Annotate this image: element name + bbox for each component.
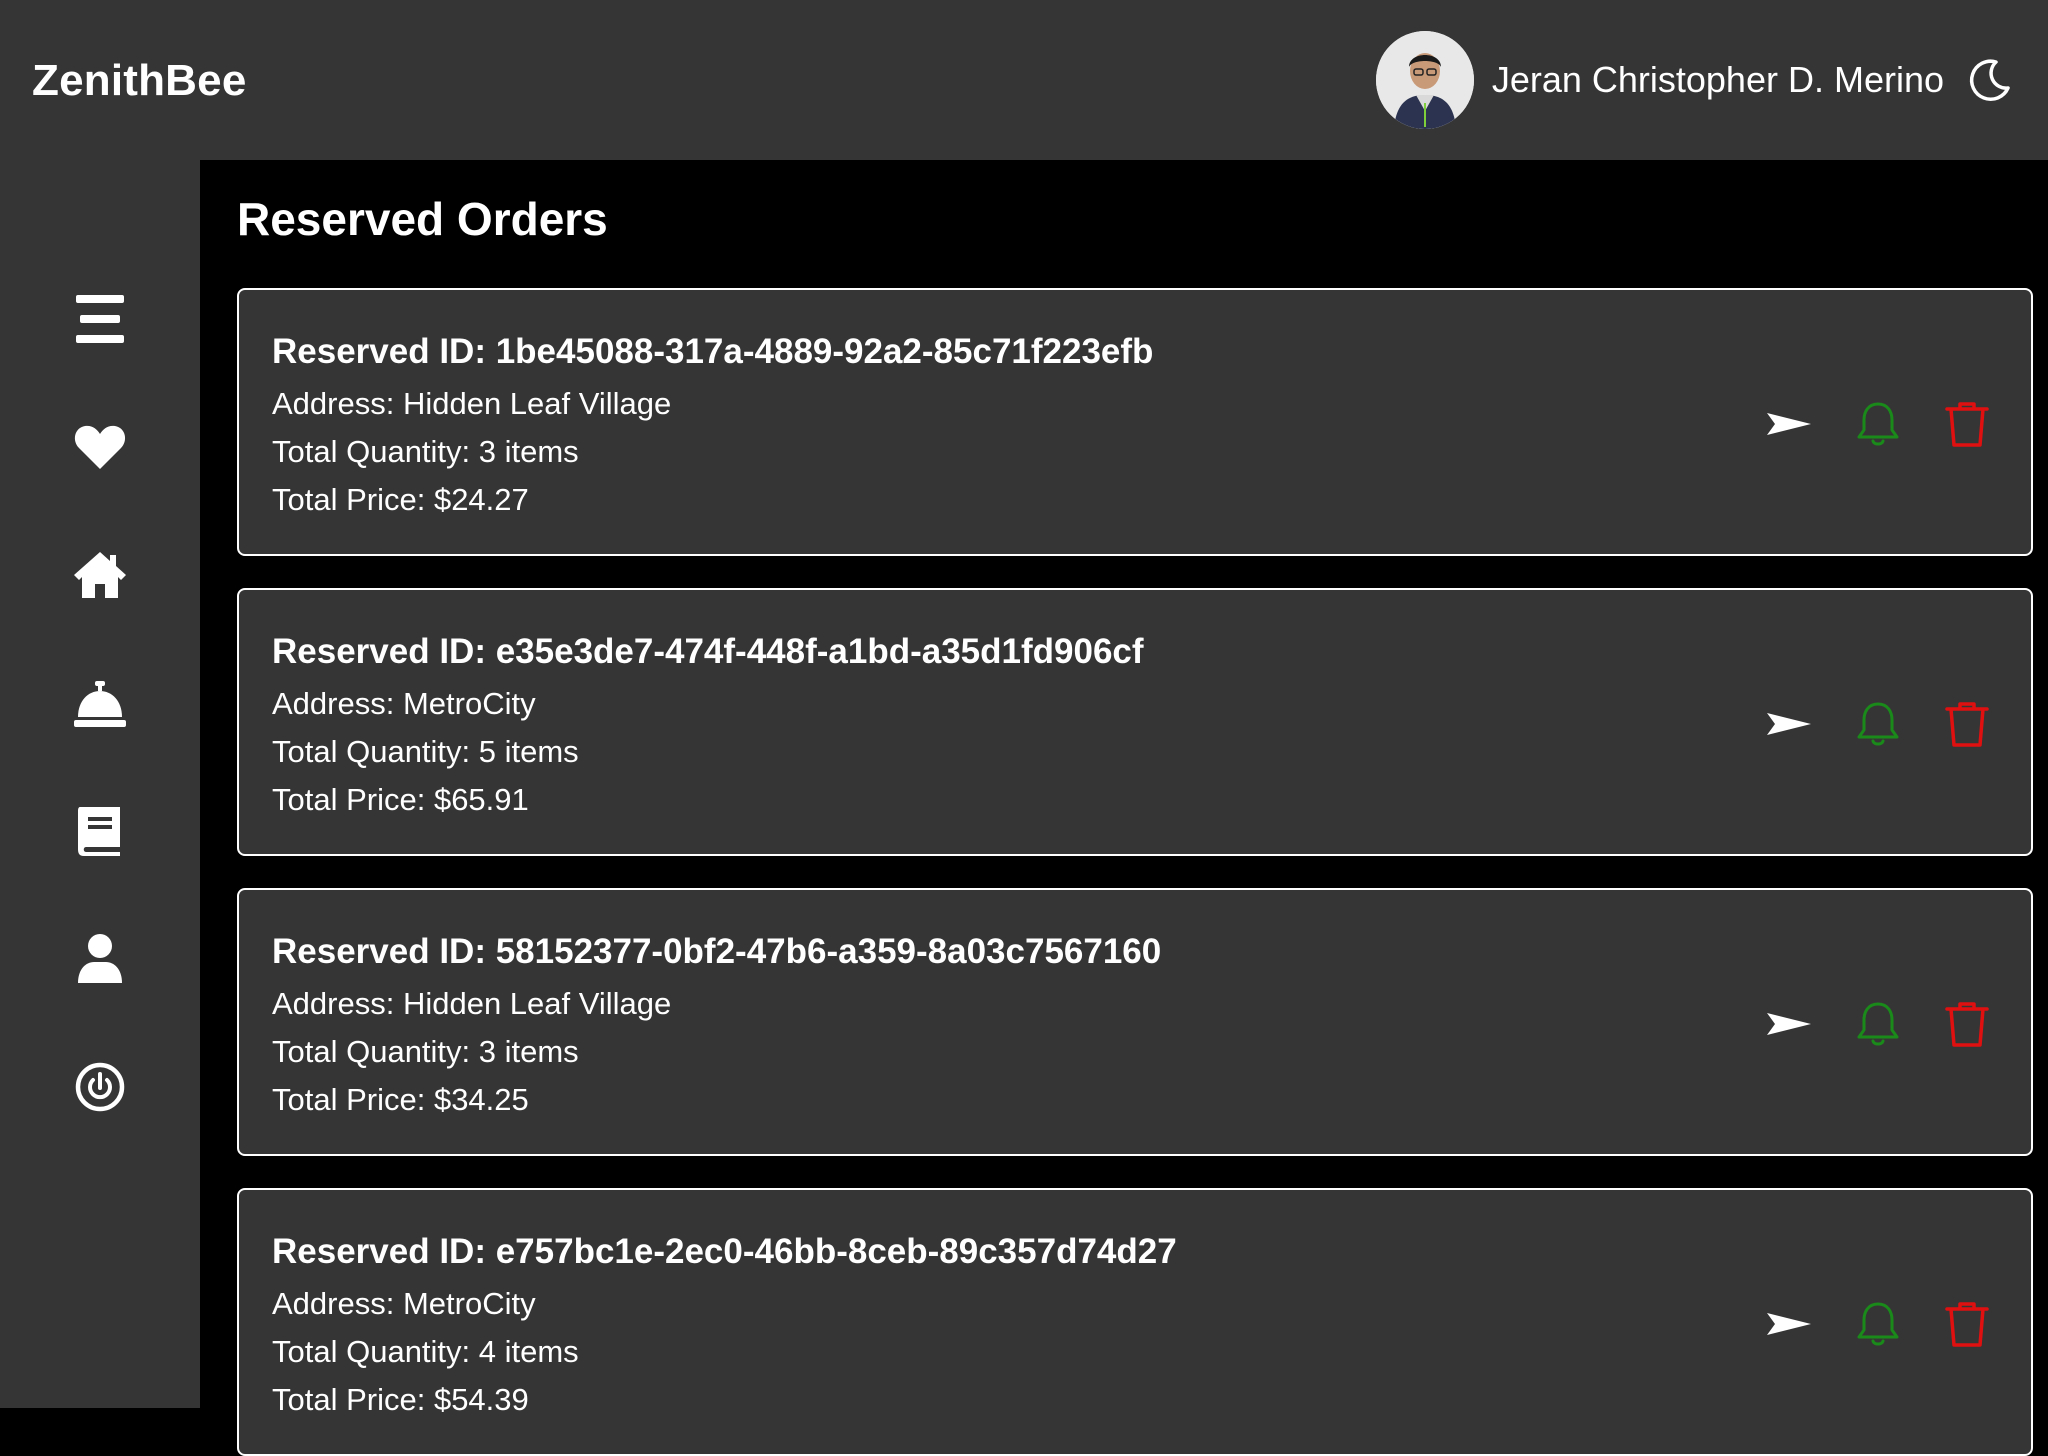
reserved-id: Reserved ID: 1be45088-317a-4889-92a2-85c…	[272, 332, 1154, 371]
order-actions	[1728, 1296, 1995, 1352]
order-card: Reserved ID: e757bc1e-2ec0-46bb-8ceb-89c…	[237, 1188, 2033, 1456]
order-quantity: Total Quantity: 3 items	[272, 1034, 579, 1069]
order-details: Reserved ID: 1be45088-317a-4889-92a2-85c…	[272, 330, 1153, 524]
book-icon	[78, 807, 120, 856]
order-price: Total Price: $24.27	[272, 482, 529, 517]
menu-icon	[76, 295, 124, 343]
power-icon	[75, 1062, 125, 1112]
reserved-id: Reserved ID: 58152377-0bf2-47b6-a359-8a0…	[272, 932, 1162, 971]
delete-button[interactable]	[1939, 996, 1995, 1052]
send-button[interactable]	[1761, 1296, 1817, 1352]
sidebar-item-logout[interactable]	[70, 1057, 130, 1117]
bell-icon	[1857, 402, 1899, 446]
main-content: Reserved Orders Reserved ID: 1be45088-31…	[200, 160, 2048, 1456]
sidebar-item-home[interactable]	[70, 545, 130, 605]
page-title: Reserved Orders	[237, 193, 608, 245]
sidebar-item-services[interactable]	[70, 673, 130, 733]
send-button[interactable]	[1761, 696, 1817, 752]
avatar[interactable]	[1375, 31, 1474, 129]
order-quantity: Total Quantity: 5 items	[272, 734, 579, 769]
order-address: Address: Hidden Leaf Village	[272, 386, 672, 421]
sidebar	[0, 160, 200, 1408]
sidebar-item-profile[interactable]	[70, 929, 130, 989]
trash-icon	[1945, 1302, 1989, 1347]
order-card: Reserved ID: e35e3de7-474f-448f-a1bd-a35…	[237, 588, 2033, 856]
reserved-id: Reserved ID: e757bc1e-2ec0-46bb-8ceb-89c…	[272, 1232, 1177, 1271]
notify-button[interactable]	[1850, 696, 1906, 752]
order-details: Reserved ID: 58152377-0bf2-47b6-a359-8a0…	[272, 930, 1161, 1124]
delete-button[interactable]	[1939, 396, 1995, 452]
send-icon	[1767, 1313, 1811, 1335]
send-icon	[1767, 1013, 1811, 1035]
bell-concierge-icon	[74, 681, 126, 727]
order-actions	[1728, 696, 1995, 752]
send-icon	[1767, 413, 1811, 435]
order-details: Reserved ID: e35e3de7-474f-448f-a1bd-a35…	[272, 630, 1144, 824]
send-button[interactable]	[1761, 396, 1817, 452]
order-price: Total Price: $65.91	[272, 782, 529, 817]
notify-button[interactable]	[1850, 396, 1906, 452]
moon-icon[interactable]	[1966, 56, 2014, 104]
top-bar: ZenithBee Jeran Christopher D. Merino	[0, 0, 2048, 160]
send-button[interactable]	[1761, 996, 1817, 1052]
brand-logo[interactable]: ZenithBee	[32, 56, 247, 106]
send-icon	[1767, 713, 1811, 735]
trash-icon	[1945, 1002, 1989, 1047]
order-quantity: Total Quantity: 4 items	[272, 1334, 579, 1369]
order-price: Total Price: $34.25	[272, 1082, 529, 1117]
sidebar-item-orders[interactable]	[70, 801, 130, 861]
avatar-image	[1375, 31, 1474, 129]
heart-icon	[74, 425, 126, 469]
user-profile: Jeran Christopher D. Merino	[1375, 30, 2014, 130]
order-actions	[1728, 396, 1995, 452]
bell-icon	[1857, 702, 1899, 746]
sidebar-item-favorites[interactable]	[70, 417, 130, 477]
trash-icon	[1945, 702, 1989, 747]
order-actions	[1728, 996, 1995, 1052]
reserved-id: Reserved ID: e35e3de7-474f-448f-a1bd-a35…	[272, 632, 1144, 671]
delete-button[interactable]	[1939, 1296, 1995, 1352]
order-details: Reserved ID: e757bc1e-2ec0-46bb-8ceb-89c…	[272, 1230, 1177, 1424]
order-address: Address: Hidden Leaf Village	[272, 986, 672, 1021]
user-icon	[78, 934, 122, 983]
notify-button[interactable]	[1850, 1296, 1906, 1352]
order-quantity: Total Quantity: 3 items	[272, 434, 579, 469]
sidebar-item-menu[interactable]	[70, 289, 130, 349]
order-price: Total Price: $54.39	[272, 1382, 529, 1417]
bell-icon	[1857, 1302, 1899, 1346]
user-name[interactable]: Jeran Christopher D. Merino	[1492, 59, 1944, 101]
order-address: Address: MetroCity	[272, 1286, 536, 1321]
order-card: Reserved ID: 58152377-0bf2-47b6-a359-8a0…	[237, 888, 2033, 1156]
notify-button[interactable]	[1850, 996, 1906, 1052]
trash-icon	[1945, 402, 1989, 447]
order-address: Address: MetroCity	[272, 686, 536, 721]
bell-icon	[1857, 1002, 1899, 1046]
delete-button[interactable]	[1939, 696, 1995, 752]
home-icon	[74, 552, 126, 598]
order-card: Reserved ID: 1be45088-317a-4889-92a2-85c…	[237, 288, 2033, 556]
